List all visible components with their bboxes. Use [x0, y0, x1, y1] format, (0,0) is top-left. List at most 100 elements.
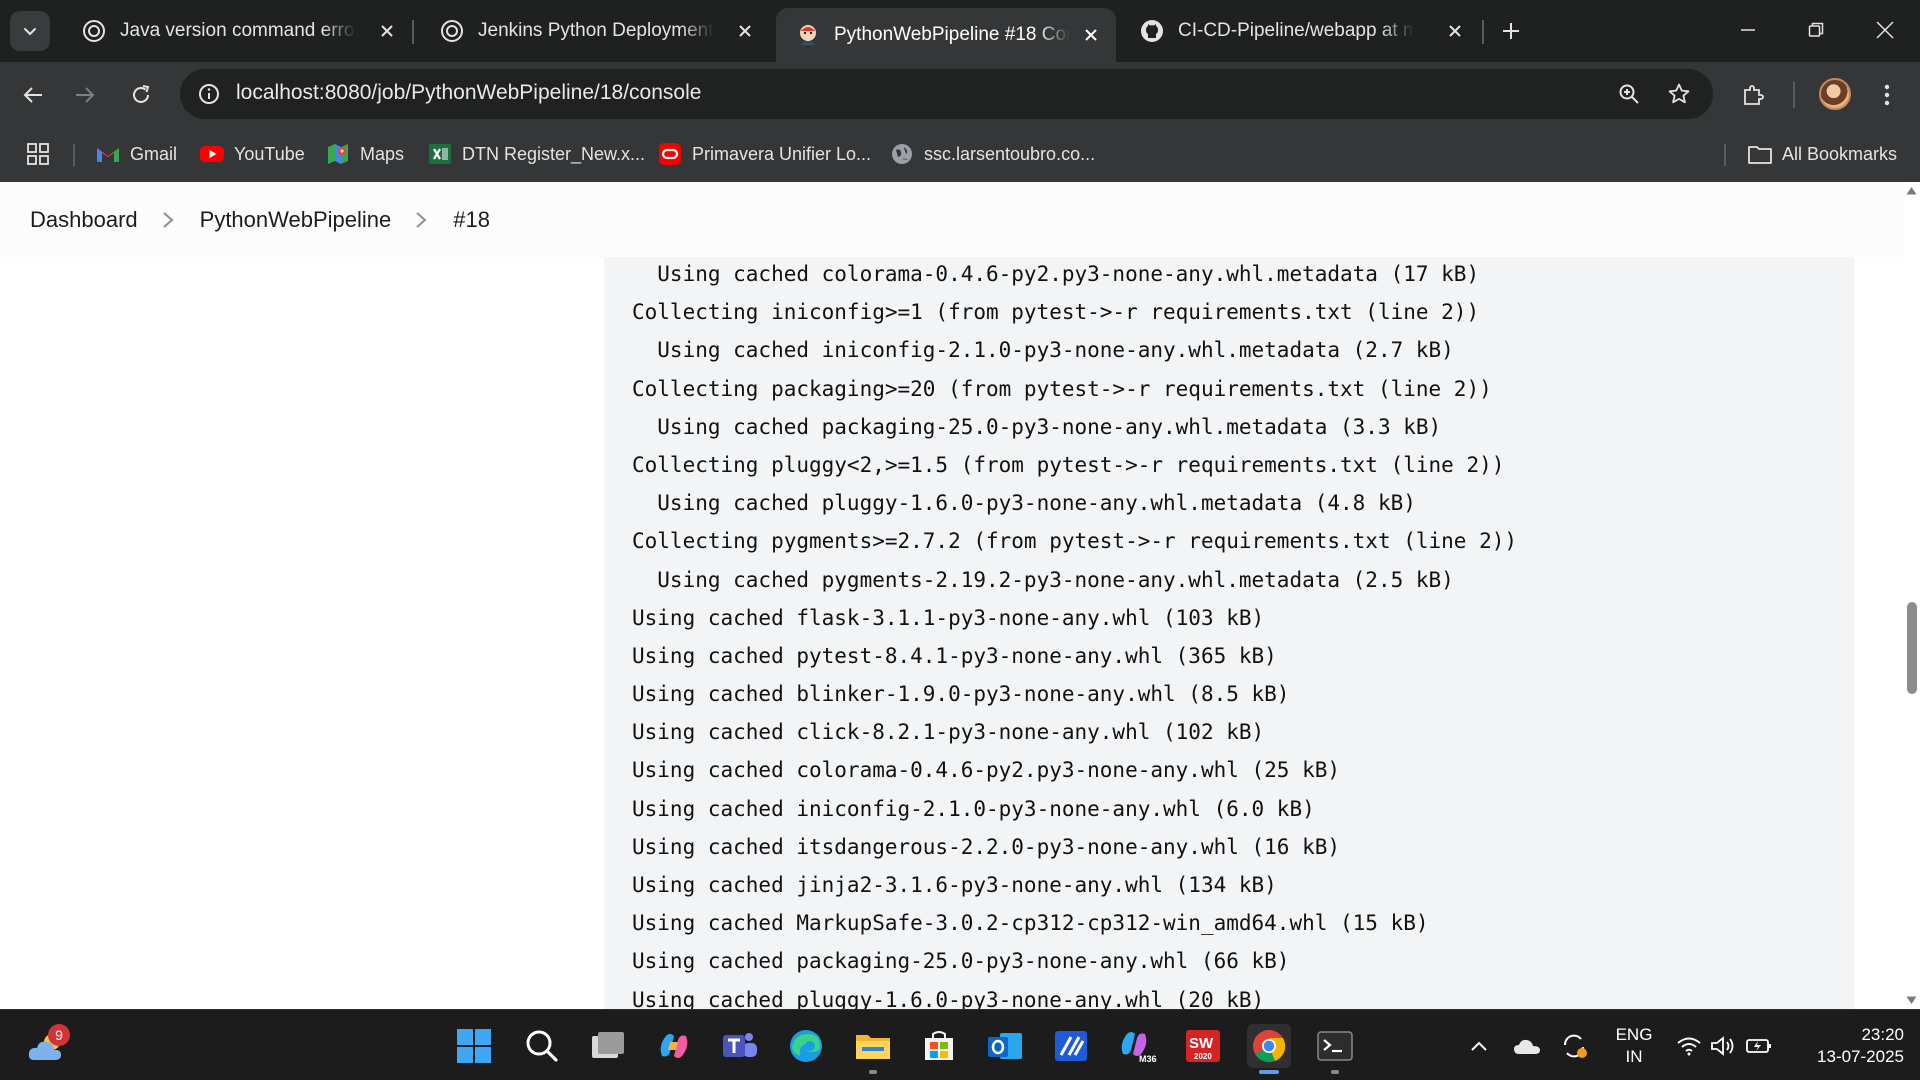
- bookmark-label: ssc.larsentoubro.co...: [924, 143, 1096, 164]
- bookmark-ssc-larsentoubro[interactable]: ssc.larsentoubro.co...: [890, 137, 1095, 171]
- taskbar-power-automate[interactable]: [1049, 1024, 1093, 1068]
- site-info-button[interactable]: [192, 77, 226, 111]
- bookmark-primavera-unifier[interactable]: Primavera Unifier Lo...: [658, 137, 871, 171]
- tab-divider: [1482, 20, 1484, 44]
- volume-tray[interactable]: [1708, 1032, 1738, 1060]
- bookmarks-bar: Gmail YouTube Maps DTN Register_New.x...…: [0, 127, 1920, 182]
- taskbar-search-button[interactable]: [520, 1024, 564, 1068]
- url-text[interactable]: localhost:8080/job/PythonWebPipeline/18/…: [236, 81, 701, 105]
- star-icon: [1668, 83, 1690, 104]
- close-icon[interactable]: [376, 20, 398, 42]
- bookmark-maps[interactable]: Maps: [326, 137, 404, 171]
- tab-github-webapp[interactable]: CI-CD-Pipeline/webapp at main: [1120, 10, 1480, 52]
- forward-button[interactable]: [66, 76, 104, 114]
- console-line: Collecting pluggy<2,>=1.5 (from pytest->…: [632, 452, 1505, 477]
- scroll-down-arrow-icon[interactable]: [1906, 996, 1917, 1005]
- close-icon[interactable]: [1444, 20, 1466, 42]
- profile-avatar[interactable]: [1819, 78, 1851, 110]
- console-line: Using cached colorama-0.4.6-py2.py3-none…: [632, 262, 1480, 286]
- tab-java-version[interactable]: Java version command error: [62, 10, 412, 52]
- console-line: Using cached click-8.2.1-py3-none-any.wh…: [632, 720, 1265, 745]
- active-indicator: [1259, 1070, 1279, 1074]
- taskbar-edge[interactable]: [784, 1024, 828, 1068]
- taskbar-teams[interactable]: [718, 1024, 762, 1068]
- console-line: Using cached iniconfig-2.1.0-py3-none-an…: [632, 796, 1315, 821]
- breadcrumb-job[interactable]: PythonWebPipeline: [200, 207, 392, 233]
- battery-tray[interactable]: [1744, 1032, 1774, 1060]
- youtube-icon: [200, 142, 224, 166]
- svg-text:M365: M365: [1139, 1054, 1157, 1064]
- sync-tray[interactable]: [1560, 1032, 1590, 1060]
- bookmark-youtube[interactable]: YouTube: [200, 137, 305, 171]
- copilot-icon: [660, 1034, 688, 1058]
- tab-pythonwebpipeline-console[interactable]: PythonWebPipeline #18 Consol: [776, 8, 1116, 62]
- reload-icon: [133, 85, 150, 103]
- address-bar[interactable]: localhost:8080/job/PythonWebPipeline/18/…: [180, 69, 1713, 119]
- gmail-icon: [96, 142, 120, 166]
- automate-icon: [1055, 1031, 1087, 1061]
- restore-icon: [1808, 22, 1824, 37]
- taskbar-clock[interactable]: 23:20 13-07-2025: [1790, 1024, 1904, 1068]
- breadcrumb-dashboard[interactable]: Dashboard: [30, 207, 138, 233]
- wifi-tray[interactable]: [1674, 1032, 1704, 1060]
- close-icon: [1876, 21, 1894, 39]
- onedrive-cloud-icon: [1514, 1039, 1540, 1054]
- scroll-up-arrow-icon[interactable]: [1906, 186, 1917, 195]
- wifi-icon: [1677, 1037, 1701, 1056]
- restore-button[interactable]: [1786, 11, 1846, 49]
- console-line: Collecting iniconfig>=1 (from pytest->-r…: [632, 300, 1480, 325]
- bookmark-gmail[interactable]: Gmail: [96, 137, 177, 171]
- task-view-button[interactable]: [586, 1024, 630, 1068]
- close-icon[interactable]: [1080, 24, 1102, 46]
- page-scrollbar[interactable]: [1903, 182, 1920, 1009]
- taskbar-solidworks[interactable]: SW 2020: [1181, 1024, 1225, 1068]
- folder-icon: [1748, 142, 1772, 166]
- running-indicator: [1331, 1070, 1339, 1074]
- minimize-button[interactable]: [1718, 11, 1778, 49]
- taskbar-microsoft-store[interactable]: [917, 1024, 961, 1068]
- jenkins-icon: [796, 23, 820, 47]
- language-indicator[interactable]: ENG IN: [1610, 1024, 1658, 1068]
- extensions-button[interactable]: [1734, 76, 1772, 114]
- zoom-button[interactable]: [1612, 77, 1646, 111]
- console-line: Using cached flask-3.1.1-py3-none-any.wh…: [632, 605, 1265, 630]
- bookmark-star-button[interactable]: [1662, 77, 1696, 111]
- bookmark-label: Primavera Unifier Lo...: [692, 143, 872, 164]
- windows-taskbar: 9 M365: [0, 1009, 1920, 1080]
- taskbar-outlook[interactable]: [983, 1024, 1027, 1068]
- chatgpt-icon: [440, 19, 464, 43]
- onedrive-tray[interactable]: [1512, 1032, 1542, 1060]
- close-icon[interactable]: [734, 20, 756, 42]
- jenkins-page: Dashboard PythonWebPipeline #18 Using ca…: [0, 182, 1903, 1009]
- show-hidden-icons-button[interactable]: [1464, 1032, 1494, 1060]
- taskbar-file-explorer[interactable]: [851, 1024, 895, 1074]
- all-bookmarks-button[interactable]: All Bookmarks: [1748, 137, 1897, 171]
- tab-search-button[interactable]: [10, 11, 50, 51]
- terminal-icon: [1317, 1031, 1353, 1061]
- m365-icon: M365: [1121, 1032, 1157, 1064]
- weather-widget[interactable]: 9: [26, 1024, 70, 1066]
- scrollbar-thumb[interactable]: [1907, 602, 1917, 694]
- globe-icon: [890, 142, 914, 166]
- folder-icon: [856, 1035, 890, 1059]
- taskbar-terminal[interactable]: [1313, 1024, 1357, 1074]
- console-line: Using cached packaging-25.0-py3-none-any…: [632, 949, 1290, 974]
- tab-jenkins-python-deployment[interactable]: Jenkins Python Deployment Pip: [420, 10, 770, 52]
- apps-grid-icon: [26, 142, 50, 166]
- console-line: Using cached iniconfig-2.1.0-py3-none-an…: [632, 338, 1454, 363]
- taskbar-chrome[interactable]: [1247, 1024, 1291, 1074]
- tab-title: PythonWebPipeline #18 Consol: [834, 24, 1070, 45]
- reload-button[interactable]: [122, 76, 160, 114]
- bookmarks-divider: [1724, 144, 1726, 166]
- bookmark-label: Maps: [360, 143, 405, 164]
- close-window-button[interactable]: [1855, 11, 1915, 49]
- breadcrumb-build[interactable]: #18: [453, 207, 490, 233]
- new-tab-button[interactable]: [1494, 14, 1528, 48]
- taskbar-copilot[interactable]: [652, 1024, 696, 1068]
- apps-button[interactable]: [26, 137, 60, 171]
- start-button[interactable]: [452, 1024, 496, 1068]
- back-button[interactable]: [14, 76, 52, 114]
- taskbar-m365-copilot[interactable]: M365: [1115, 1024, 1159, 1068]
- menu-button[interactable]: [1868, 76, 1906, 114]
- bookmark-dtn-register[interactable]: DTN Register_New.x...: [428, 137, 645, 171]
